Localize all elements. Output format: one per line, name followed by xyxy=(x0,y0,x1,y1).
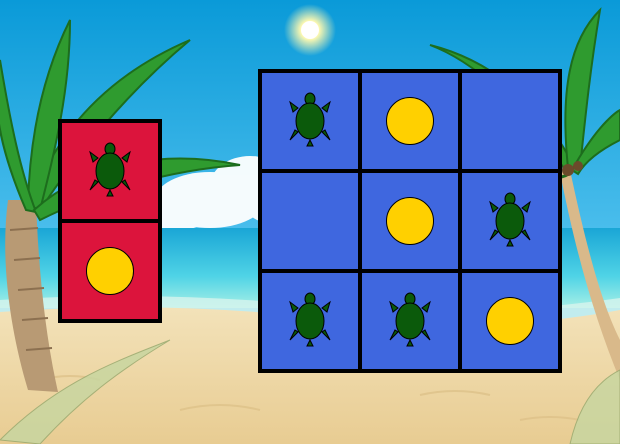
board-cell-r1c3[interactable] xyxy=(458,69,562,173)
game-stage xyxy=(0,0,620,444)
sun-icon xyxy=(284,4,336,56)
side-cell-2[interactable] xyxy=(58,219,162,323)
turtle-icon xyxy=(387,290,433,352)
turtle-icon xyxy=(87,140,133,202)
board-cell-r2c1[interactable] xyxy=(258,169,362,273)
board-cell-r2c2[interactable] xyxy=(358,169,462,273)
board-cell-r3c2[interactable] xyxy=(358,269,462,373)
board-cell-r1c1[interactable] xyxy=(258,69,362,173)
board-cell-r1c2[interactable] xyxy=(358,69,462,173)
turtle-icon xyxy=(487,190,533,252)
turtle-icon xyxy=(287,90,333,152)
coin-icon xyxy=(386,97,434,145)
coin-icon xyxy=(486,297,534,345)
turtle-icon xyxy=(287,290,333,352)
coin-icon xyxy=(386,197,434,245)
board-cell-r3c1[interactable] xyxy=(258,269,362,373)
board-cell-r2c3[interactable] xyxy=(458,169,562,273)
board-cell-r3c3[interactable] xyxy=(458,269,562,373)
side-cell-1[interactable] xyxy=(58,119,162,223)
coin-icon xyxy=(86,247,134,295)
